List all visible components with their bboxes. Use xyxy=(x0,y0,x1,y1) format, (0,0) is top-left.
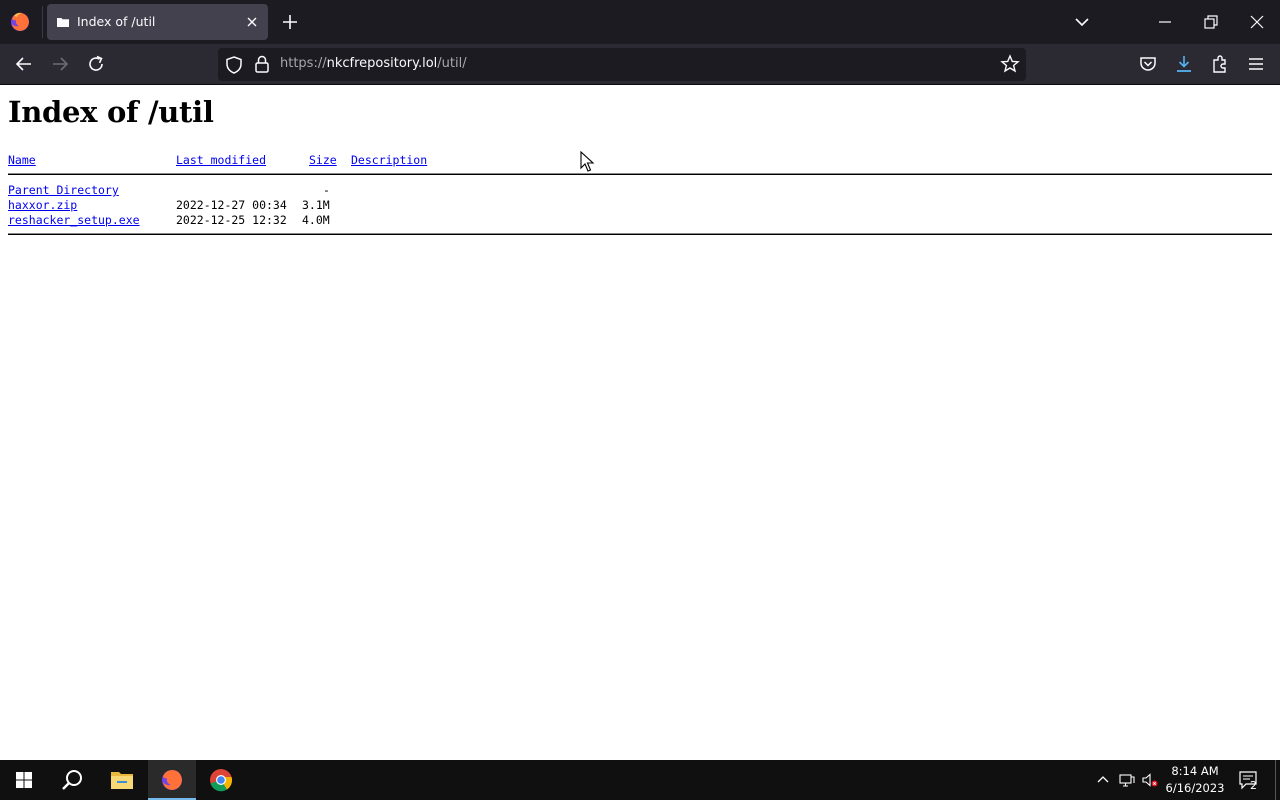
tracking-protection-shield-icon[interactable] xyxy=(224,55,244,75)
file-last-modified: 2022-12-25 12:32 xyxy=(176,213,287,227)
search-icon[interactable] xyxy=(48,760,96,800)
network-icon[interactable] xyxy=(1118,771,1136,789)
new-tab-icon[interactable] xyxy=(280,12,300,32)
clock-time: 8:14 AM xyxy=(1171,764,1219,778)
bookmark-star-icon[interactable] xyxy=(1000,54,1020,74)
url-host: nkcfrepository.lol xyxy=(326,56,438,71)
restore-icon[interactable] xyxy=(1202,13,1220,31)
chrome-icon[interactable] xyxy=(197,760,245,800)
taskbar-clock[interactable]: 8:14 AM 6/16/2023 xyxy=(1158,763,1232,797)
windows-taskbar: 8:14 AM 6/16/2023 2 xyxy=(0,760,1280,800)
url-scheme: https:// xyxy=(280,56,327,71)
file-link-haxxor-zip[interactable]: haxxor.zip xyxy=(8,198,77,212)
tab-separator xyxy=(42,6,43,38)
address-bar[interactable]: https://nkcfrepository.lol/util/ xyxy=(218,48,1026,81)
tab-index-util[interactable]: Index of /util xyxy=(47,4,268,40)
list-all-tabs-icon[interactable] xyxy=(1072,13,1092,31)
show-desktop-button[interactable] xyxy=(1275,760,1276,800)
mouse-cursor-icon xyxy=(580,151,595,172)
downloads-icon[interactable] xyxy=(1174,54,1194,74)
parent-directory-link[interactable]: Parent Directory xyxy=(8,183,119,197)
header-divider xyxy=(8,173,1272,175)
column-header-last-modified[interactable]: Last modified xyxy=(176,153,266,167)
lock-icon[interactable] xyxy=(252,54,272,74)
url-text[interactable]: https://nkcfrepository.lol/util/ xyxy=(280,56,467,71)
firefox-menu-icon[interactable] xyxy=(8,10,32,34)
windows-start-icon[interactable] xyxy=(0,760,48,800)
reload-icon[interactable] xyxy=(86,54,106,74)
clock-date: 6/16/2023 xyxy=(1165,781,1225,795)
url-path: /util/ xyxy=(437,56,467,71)
extensions-icon[interactable] xyxy=(1210,54,1230,74)
column-header-size[interactable]: Size xyxy=(309,153,337,167)
column-header-description[interactable]: Description xyxy=(351,153,427,167)
page-title: Index of /util xyxy=(8,95,214,129)
volume-muted-icon[interactable] xyxy=(1141,771,1159,789)
show-hidden-icons-chevron-icon[interactable] xyxy=(1094,771,1112,789)
tab-title: Index of /util xyxy=(77,14,156,29)
file-explorer-icon[interactable] xyxy=(98,760,146,800)
navigation-toolbar: https://nkcfrepository.lol/util/ xyxy=(0,44,1280,85)
file-size: - xyxy=(323,183,330,197)
file-size: 3.1M xyxy=(302,198,330,212)
file-size: 4.0M xyxy=(302,213,330,227)
pocket-icon[interactable] xyxy=(1138,54,1158,74)
firefox-taskbar-button[interactable] xyxy=(148,760,196,800)
page-content: Index of /util Name Last modified Size D… xyxy=(0,85,1280,760)
firefox-icon xyxy=(162,770,182,790)
back-icon[interactable] xyxy=(14,54,34,74)
file-last-modified: 2022-12-27 00:34 xyxy=(176,198,287,212)
notification-count: 2 xyxy=(1250,779,1257,792)
file-link-reshacker-setup-exe[interactable]: reshacker_setup.exe xyxy=(8,213,140,227)
close-tab-icon[interactable] xyxy=(244,14,260,30)
footer-divider xyxy=(8,233,1272,235)
close-window-icon[interactable] xyxy=(1248,13,1266,31)
hamburger-menu-icon[interactable] xyxy=(1246,54,1266,74)
column-header-name[interactable]: Name xyxy=(8,153,36,167)
forward-icon[interactable] xyxy=(50,54,70,74)
browser-tab-strip: Index of /util xyxy=(0,0,1280,44)
folder-icon xyxy=(57,18,69,27)
minimize-icon[interactable] xyxy=(1156,14,1174,30)
